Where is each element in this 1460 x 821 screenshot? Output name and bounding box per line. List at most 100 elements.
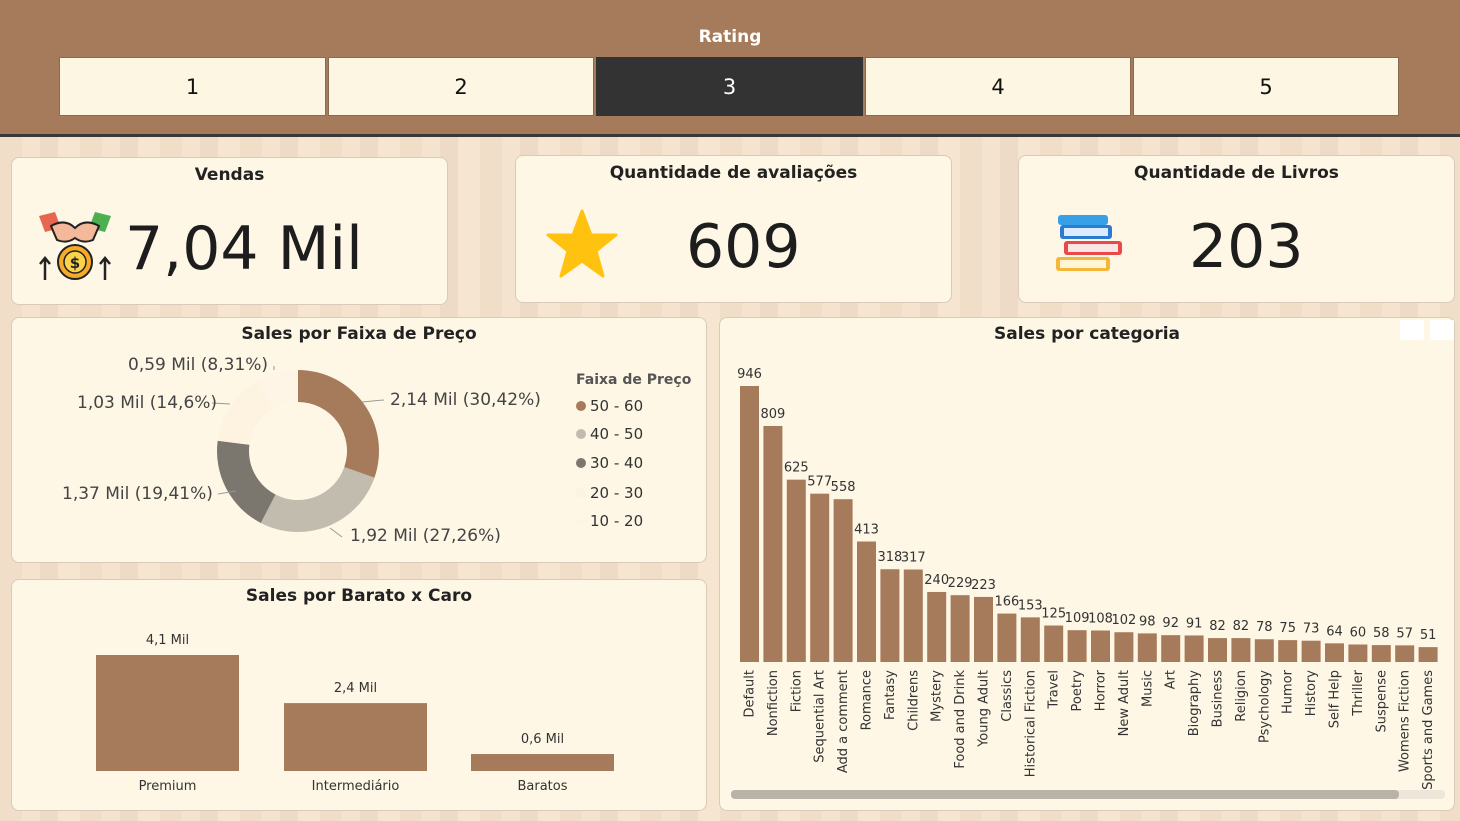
donut-label-30-40: 1,37 Mil (19,41%) (62, 484, 213, 504)
category-value-label: 625 (784, 461, 809, 476)
kpi-card-books[interactable]: Quantidade de Livros 203 (1018, 155, 1455, 303)
category-axis-label: Womens Fiction (1398, 670, 1413, 772)
tier-value-label: 2,4 Mil (334, 681, 377, 696)
kpi-card-sales[interactable]: Vendas $ 7,04 Mil (11, 157, 448, 305)
category-bar-10[interactable] (974, 596, 993, 662)
legend-item-10-20[interactable]: 10 - 20 (576, 512, 643, 530)
category-bar-11[interactable] (997, 613, 1017, 662)
rating-option-2[interactable]: 2 (328, 57, 594, 116)
category-bar-26[interactable] (1348, 644, 1368, 662)
category-value-label: 109 (1065, 611, 1090, 626)
category-bar-22[interactable] (1254, 639, 1274, 662)
category-axis-label: Default (743, 670, 758, 718)
category-bar-2[interactable] (786, 479, 806, 662)
category-value-label: 98 (1139, 614, 1156, 629)
cheap-expensive-chart-card[interactable]: Sales por Barato x Caro 4,1 Mil Premium 2,… (11, 579, 707, 811)
category-bar-5[interactable] (857, 541, 876, 662)
donut-slice-50-60[interactable] (298, 370, 379, 478)
category-bar-24[interactable] (1301, 640, 1321, 662)
category-chart-card[interactable]: Sales por categoria 946 Default 809 Nonfict… (719, 317, 1455, 811)
donut-leader-line (361, 399, 385, 403)
donut-label-20-30: 1,03 Mil (14,6%) (77, 393, 218, 413)
category-bar-6[interactable] (880, 569, 900, 662)
legend-title: Faixa de Preço (576, 372, 692, 388)
category-bar-1[interactable] (763, 425, 783, 662)
category-axis-label: Biography (1187, 670, 1202, 737)
tier-bar-2[interactable] (471, 754, 614, 771)
category-bar-3[interactable] (810, 493, 830, 662)
category-value-label: 809 (760, 407, 785, 422)
category-axis-label: Thriller (1351, 669, 1366, 716)
category-value-label: 558 (831, 480, 856, 495)
legend-dot (576, 401, 586, 411)
category-bar-23[interactable] (1278, 640, 1298, 662)
category-bar-4[interactable] (833, 499, 853, 662)
tier-bar-0[interactable] (96, 655, 239, 771)
category-bar-0[interactable] (740, 386, 759, 662)
donut-label-40-50: 1,92 Mil (27,26%) (350, 526, 501, 546)
category-axis-label: Historical Fiction (1023, 670, 1038, 777)
rating-option-3[interactable]: 3 (596, 57, 863, 116)
legend-item-40-50[interactable]: 40 - 50 (576, 425, 643, 443)
category-value-label: 75 (1279, 621, 1296, 636)
category-value-label: 223 (971, 578, 996, 593)
donut-slice-40-50[interactable] (260, 467, 375, 532)
category-bar-29[interactable] (1418, 647, 1438, 662)
category-value-label: 92 (1162, 616, 1179, 631)
category-bars[interactable]: 946 Default 809 Nonfiction 625 Fiction 577 Sequ… (720, 318, 1456, 812)
category-bar-28[interactable] (1395, 645, 1415, 662)
category-bar-27[interactable] (1371, 645, 1391, 662)
legend-item-50-60[interactable]: 50 - 60 (576, 397, 643, 415)
rating-option-1[interactable]: 1 (59, 57, 326, 116)
category-bar-25[interactable] (1325, 643, 1344, 662)
kpi-sales-value: 7,04 Mil (125, 214, 363, 284)
category-bar-8[interactable] (927, 591, 947, 662)
category-value-label: 166 (994, 595, 1019, 610)
category-axis-label: Sports and Games (1421, 670, 1436, 790)
category-bar-18[interactable] (1161, 635, 1181, 662)
category-bar-16[interactable] (1114, 632, 1134, 662)
category-bar-13[interactable] (1044, 625, 1064, 662)
tier-category-label: Baratos (517, 779, 567, 794)
category-value-label: 82 (1233, 619, 1250, 634)
category-axis-label: Romance (860, 670, 875, 730)
category-value-label: 91 (1186, 616, 1203, 631)
category-value-label: 60 (1350, 625, 1367, 640)
category-axis-label: Fiction (789, 670, 804, 712)
category-axis-label: Fantasy (883, 670, 898, 720)
cheap-expensive-bars[interactable]: 4,1 Mil Premium 2,4 Mil Intermediário 0,6 Mi… (12, 580, 708, 812)
horizontal-scrollbar-thumb[interactable] (731, 790, 1399, 799)
kpi-books-value: 203 (1189, 212, 1304, 282)
category-bar-20[interactable] (1208, 638, 1227, 662)
kpi-books-title: Quantidade de Livros (1134, 163, 1339, 183)
category-bar-15[interactable] (1091, 630, 1110, 662)
rating-option-4[interactable]: 4 (865, 57, 1131, 116)
category-value-label: 317 (901, 551, 926, 566)
category-bar-7[interactable] (903, 569, 923, 662)
legend-item-20-30[interactable]: 20 - 30 (576, 484, 643, 502)
category-value-label: 240 (924, 573, 949, 588)
category-axis-label: Young Adult (977, 670, 992, 748)
kpi-reviews-value: 609 (686, 212, 801, 282)
tier-bar-1[interactable] (284, 703, 427, 771)
legend-label: 30 - 40 (590, 454, 644, 472)
category-axis-label: Poetry (1070, 670, 1085, 712)
category-bar-19[interactable] (1184, 635, 1204, 662)
kpi-sales-title: Vendas (194, 165, 265, 185)
category-axis-label: Suspense (1374, 670, 1389, 733)
rating-option-5[interactable]: 5 (1133, 57, 1399, 116)
category-bar-9[interactable] (950, 595, 970, 662)
category-bar-21[interactable] (1231, 638, 1251, 662)
kpi-card-reviews[interactable]: Quantidade de avaliações 609 (515, 155, 952, 303)
price-range-chart-card[interactable]: Sales por Faixa de Preço 0,59 Mil (8,31%… (11, 317, 707, 563)
category-bar-12[interactable] (1020, 617, 1040, 662)
category-bar-14[interactable] (1067, 630, 1087, 662)
category-bar-17[interactable] (1137, 633, 1157, 662)
category-value-label: 58 (1373, 626, 1390, 641)
category-axis-label: Music (1140, 670, 1155, 707)
category-value-label: 577 (807, 475, 832, 490)
category-axis-label: Travel (1047, 670, 1062, 710)
legend-item-30-40[interactable]: 30 - 40 (576, 454, 643, 472)
category-value-label: 102 (1111, 613, 1136, 628)
donut-slice-30-40[interactable] (217, 440, 276, 523)
